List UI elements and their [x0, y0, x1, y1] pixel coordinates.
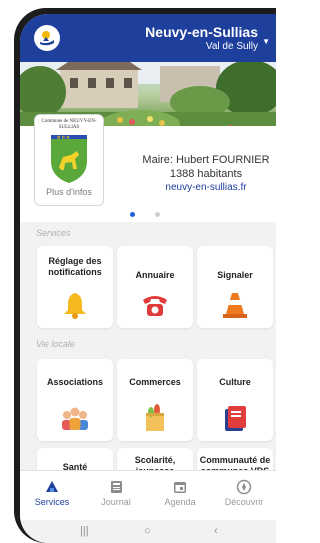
section-label-services: Services [36, 228, 71, 238]
section-label-vie-locale: Vie locale [36, 339, 75, 349]
website-link[interactable]: neuvy-en-sullias.fr [138, 182, 274, 193]
bell-icon [64, 293, 86, 319]
tab-journal[interactable]: Journal [84, 471, 148, 521]
town-name[interactable]: Neuvy-en-Sullias [145, 24, 258, 40]
app-logo[interactable] [34, 25, 60, 51]
tile-notifications[interactable]: Réglage des notifications [37, 246, 113, 328]
tile-label: Commerces [129, 377, 181, 387]
town-subtitle: Val de Sully [205, 41, 258, 52]
traffic-cone-icon [223, 293, 247, 318]
telephone-icon [143, 296, 167, 316]
shopping-bag-icon [146, 404, 164, 431]
tile-culture[interactable]: Culture [197, 359, 273, 441]
tab-label: Découvrir [224, 497, 264, 507]
tile-annuaire[interactable]: Annuaire [117, 246, 193, 328]
tile-label: Signaler [217, 270, 253, 280]
compass-icon [236, 479, 252, 495]
carousel-dot[interactable] [155, 212, 160, 217]
more-info-label: Plus d'infos [46, 187, 92, 197]
tab-label: Journal [101, 497, 131, 507]
mayor-name: Maire: Hubert FOURNIER [142, 154, 270, 166]
bottom-navigation: Services Journal Agenda Découvrir [20, 470, 276, 521]
app-header: Neuvy-en-Sullias Val de Sully ▼ [20, 14, 276, 62]
tile-label: Réglage des notifications [48, 256, 102, 277]
app-screen: Neuvy-en-Sullias Val de Sully ▼ Commune … [20, 14, 276, 543]
tile-label: Culture [219, 377, 251, 387]
services-icon [46, 481, 58, 492]
chevron-down-icon[interactable]: ▼ [262, 38, 270, 46]
tab-label: Services [34, 497, 70, 507]
newspaper-icon [111, 481, 122, 493]
people-icon [62, 407, 88, 430]
tile-label: Annuaire [135, 270, 175, 280]
calendar-icon [174, 482, 186, 493]
carousel-indicator [130, 204, 180, 222]
tab-services[interactable]: Services [20, 471, 84, 521]
tab-decouvrir[interactable]: Découvrir [212, 471, 276, 521]
tile-associations[interactable]: Associations [37, 359, 113, 441]
back-icon[interactable]: ‹ [214, 525, 218, 537]
tab-label: Agenda [164, 497, 196, 507]
system-navigation-bar: ||| ○ ‹ [20, 520, 276, 543]
tile-commerces[interactable]: Commerces [117, 359, 193, 441]
logo-icon [40, 31, 54, 46]
recents-icon[interactable]: ||| [80, 525, 89, 537]
svg-text:✿ ✿ ✿: ✿ ✿ ✿ [57, 135, 70, 140]
tile-signaler[interactable]: Signaler [197, 246, 273, 328]
phone-frame: Neuvy-en-Sullias Val de Sully ▼ Commune … [14, 8, 276, 543]
home-icon[interactable]: ○ [144, 525, 151, 537]
tile-label: Associations [46, 377, 104, 387]
carousel-dot-active[interactable] [130, 212, 135, 217]
crest-button[interactable]: Commune de NEUVY-EN-SULLIAS ✿ ✿ ✿ Plus d… [34, 114, 104, 206]
tab-agenda[interactable]: Agenda [148, 471, 212, 521]
inhabitants-count: 1388 habitants [169, 168, 243, 180]
book-icon [225, 406, 246, 431]
